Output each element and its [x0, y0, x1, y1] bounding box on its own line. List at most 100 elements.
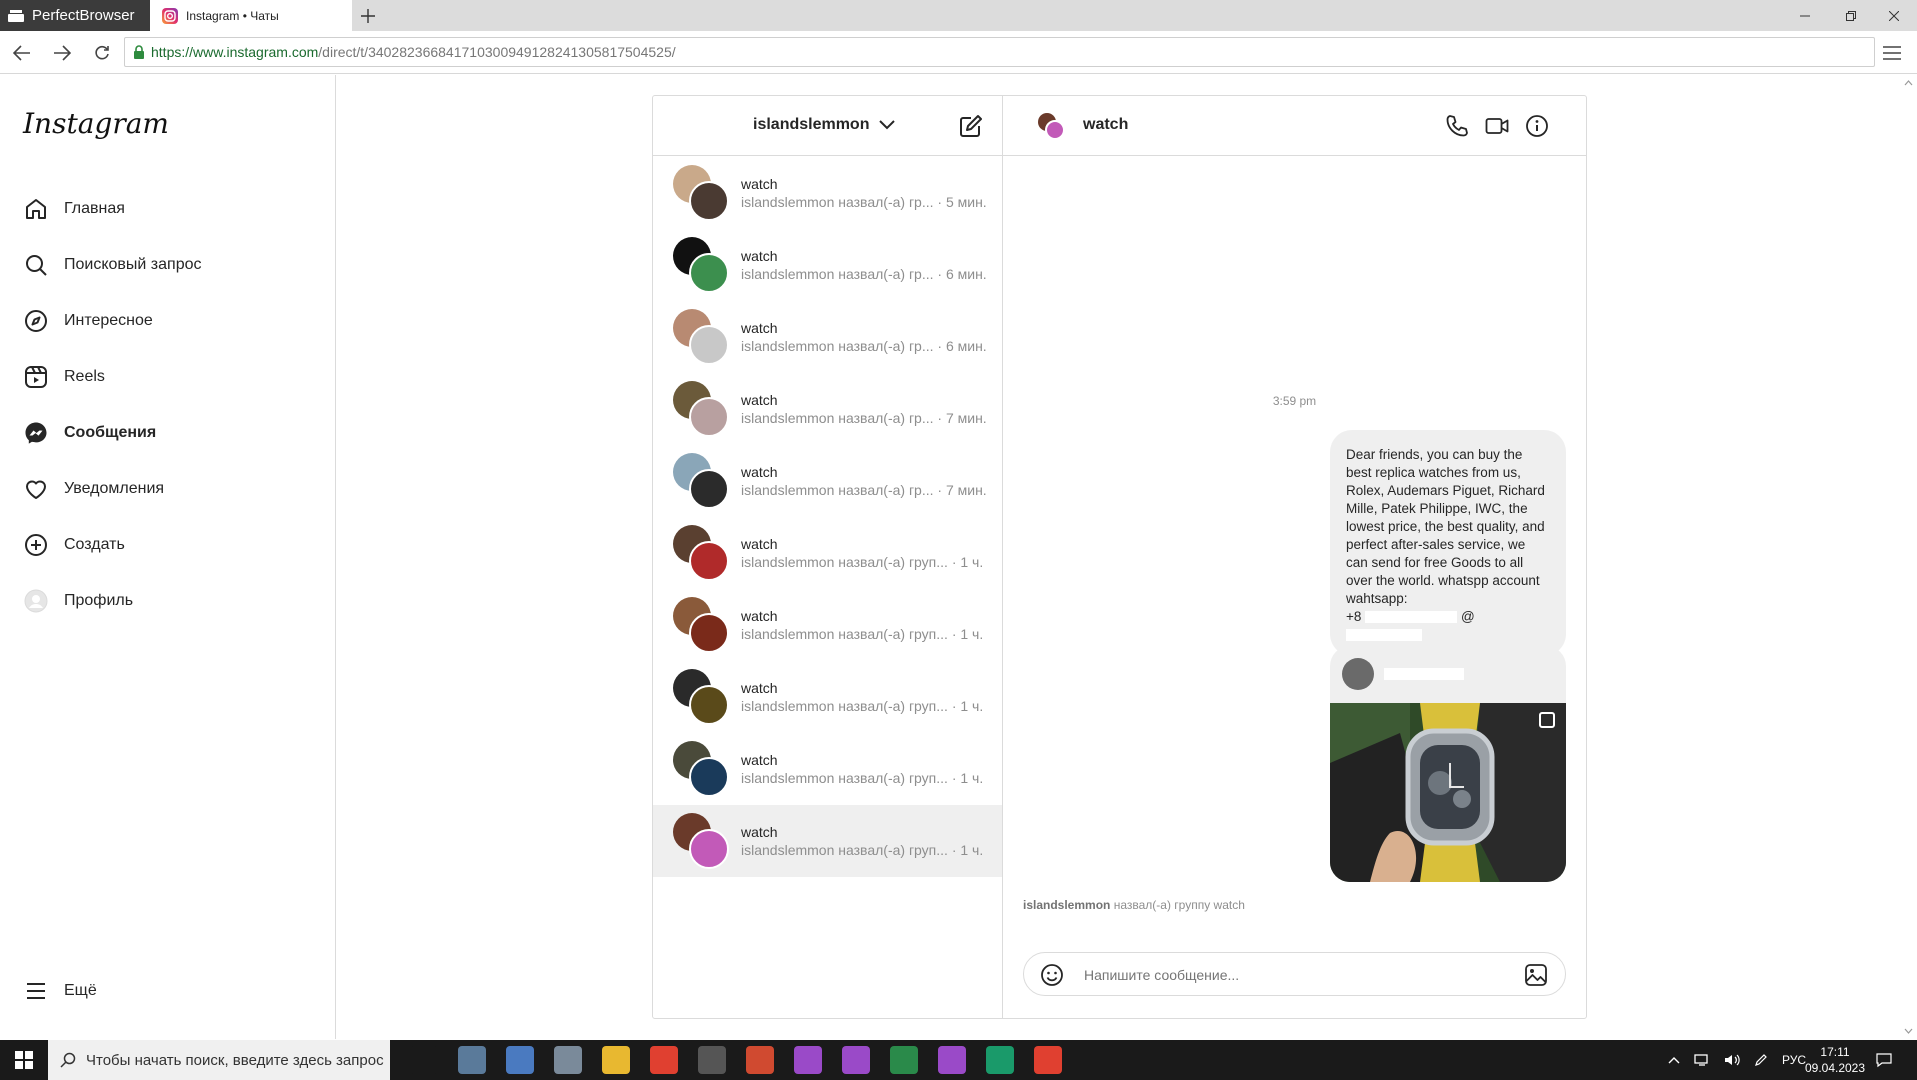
browser-tab-instagram[interactable]: Instagram • Чаты: [150, 0, 352, 31]
new-message-button[interactable]: [959, 114, 983, 138]
file-explorer-icon[interactable]: [602, 1046, 630, 1074]
taskbar-clock[interactable]: 17:11 09.04.2023: [1800, 1044, 1870, 1076]
thread-time: · 7 мин.: [937, 410, 987, 426]
group-avatar[interactable]: [1037, 112, 1065, 140]
app-icon[interactable]: [698, 1046, 726, 1074]
app-icon[interactable]: [938, 1046, 966, 1074]
forward-button[interactable]: [50, 41, 74, 65]
chat-column: watch 3:59 pm Dear friends, you can buy …: [1003, 96, 1586, 1018]
browser-menu-button[interactable]: PerfectBrowser: [0, 0, 150, 31]
sidebar-item-messages[interactable]: Сообщения: [12, 405, 324, 461]
network-icon[interactable]: [1694, 1053, 1710, 1067]
restore-button[interactable]: [1828, 0, 1874, 31]
chrome-icon[interactable]: [650, 1046, 678, 1074]
task-view-icon[interactable]: [410, 1046, 438, 1074]
start-button[interactable]: [0, 1040, 48, 1080]
member-avatar: [689, 469, 729, 509]
thread-text: watch islandslemmon назвал(-а) груп... · …: [741, 535, 983, 571]
sidebar-item-label: Профиль: [64, 592, 134, 609]
phone-icon[interactable]: [1445, 114, 1469, 138]
app-icon[interactable]: [794, 1046, 822, 1074]
thread-item[interactable]: watch islandslemmon назвал(-а) груп... · …: [653, 661, 1002, 733]
video-call-icon[interactable]: [1485, 114, 1509, 138]
sidebar-item-home[interactable]: Главная: [12, 181, 324, 237]
thread-item[interactable]: watch islandslemmon назвал(-а) груп... · …: [653, 517, 1002, 589]
image-upload-icon[interactable]: [1524, 963, 1548, 987]
thread-time: · 1 ч.: [951, 554, 984, 570]
member-avatar: [689, 541, 729, 581]
left-sidebar: Instagram Главная Поисковый запрос Интер…: [0, 75, 336, 1039]
app-icon[interactable]: [986, 1046, 1014, 1074]
page-scrollbar[interactable]: [1900, 75, 1917, 1039]
app-icon[interactable]: [506, 1046, 534, 1074]
chat-header: watch: [1003, 96, 1586, 156]
instagram-logo[interactable]: Instagram: [23, 107, 169, 140]
thread-preview-text: islandslemmon назвал(-а) груп...: [741, 554, 948, 570]
sidebar-item-profile[interactable]: Профиль: [12, 573, 324, 629]
thread-avatar: [673, 525, 729, 581]
sidebar-item-create[interactable]: Создать: [12, 517, 324, 573]
sidebar-item-explore[interactable]: Интересное: [12, 293, 324, 349]
thread-name: watch: [741, 248, 778, 264]
sidebar-item-label: Поисковый запрос: [64, 256, 202, 273]
browser-app-name: PerfectBrowser: [32, 7, 135, 24]
messenger-icon: [24, 421, 48, 445]
sidebar-item-search[interactable]: Поисковый запрос: [12, 237, 324, 293]
reload-button[interactable]: [90, 41, 114, 65]
chevron-up-icon[interactable]: [1668, 1056, 1680, 1064]
taskbar-search[interactable]: Чтобы начать поиск, введите здесь запрос: [48, 1040, 390, 1080]
member-avatar: [689, 325, 729, 365]
thread-item[interactable]: watch islandslemmon назвал(-а) гр... · 7 …: [653, 445, 1002, 517]
thread-item[interactable]: watch islandslemmon назвал(-а) груп... · …: [653, 805, 1002, 877]
thread-item[interactable]: watch islandslemmon назвал(-а) гр... · 7 …: [653, 373, 1002, 445]
shared-post[interactable]: [1330, 646, 1566, 882]
app-icon[interactable]: [842, 1046, 870, 1074]
url-host: https://www.instagram.com: [151, 44, 319, 60]
account-switcher[interactable]: islandslemmon: [753, 116, 896, 134]
sidebar-item-label: Сообщения: [64, 424, 157, 441]
address-bar[interactable]: https://www.instagram.com/direct/t/34028…: [124, 37, 1875, 67]
thread-preview-text: islandslemmon назвал(-а) гр...: [741, 410, 934, 426]
app-icon[interactable]: [746, 1046, 774, 1074]
minimize-button[interactable]: [1782, 0, 1828, 31]
sidebar-item-label: Reels: [64, 368, 105, 385]
app-icon[interactable]: [890, 1046, 918, 1074]
volume-icon[interactable]: [1724, 1053, 1740, 1067]
watch-photo: [1330, 703, 1566, 882]
chrome-icon[interactable]: [1034, 1046, 1062, 1074]
emoji-icon[interactable]: [1040, 963, 1064, 987]
close-window-button[interactable]: [1871, 0, 1917, 31]
thread-preview: islandslemmon назвал(-а) груп... · 1 ч.: [741, 553, 983, 571]
hamburger-menu-icon[interactable]: [1883, 41, 1907, 65]
sidebar-item-label: Интересное: [64, 312, 153, 329]
thread-item[interactable]: watch islandslemmon назвал(-а) гр... · 6 …: [653, 301, 1002, 373]
message-input[interactable]: [1084, 963, 1504, 987]
message-bubble[interactable]: Dear friends, you can buy the best repli…: [1330, 430, 1566, 656]
redacted-block: [1365, 611, 1458, 624]
member-avatar: [689, 685, 729, 725]
info-icon[interactable]: [1525, 114, 1549, 138]
thread-name: watch: [741, 392, 778, 408]
app-icon[interactable]: [554, 1046, 582, 1074]
thread-item[interactable]: watch islandslemmon назвал(-а) груп... · …: [653, 733, 1002, 805]
app-icon[interactable]: [458, 1046, 486, 1074]
chat-title[interactable]: watch: [1083, 116, 1128, 134]
thread-text: watch islandslemmon назвал(-а) гр... · 6 …: [741, 247, 987, 283]
new-tab-button[interactable]: [356, 4, 380, 28]
notifications-icon[interactable]: [1876, 1040, 1892, 1080]
message-at: @: [1460, 609, 1475, 624]
sidebar-item-notifications[interactable]: Уведомления: [12, 461, 324, 517]
sidebar-item-reels[interactable]: Reels: [12, 349, 324, 405]
thread-name: watch: [741, 464, 778, 480]
thread-item[interactable]: watch islandslemmon назвал(-а) груп... · …: [653, 589, 1002, 661]
system-message-user[interactable]: islandslemmon: [1023, 898, 1110, 912]
threads-column: islandslemmon watch islandslemmon назвал(…: [653, 96, 1003, 1018]
sidebar-item-more[interactable]: Ещё: [12, 963, 324, 1019]
pen-icon[interactable]: [1754, 1053, 1768, 1067]
thread-time: · 6 мин.: [937, 266, 987, 282]
thread-item[interactable]: watch islandslemmon назвал(-а) гр... · 6 …: [653, 229, 1002, 301]
back-button[interactable]: [10, 41, 34, 65]
sidebar-nav: Главная Поисковый запрос Интересное Reel…: [12, 181, 324, 629]
thread-item[interactable]: watch islandslemmon назвал(-а) гр... · 5 …: [653, 157, 1002, 229]
tab-title: Instagram • Чаты: [186, 8, 279, 23]
